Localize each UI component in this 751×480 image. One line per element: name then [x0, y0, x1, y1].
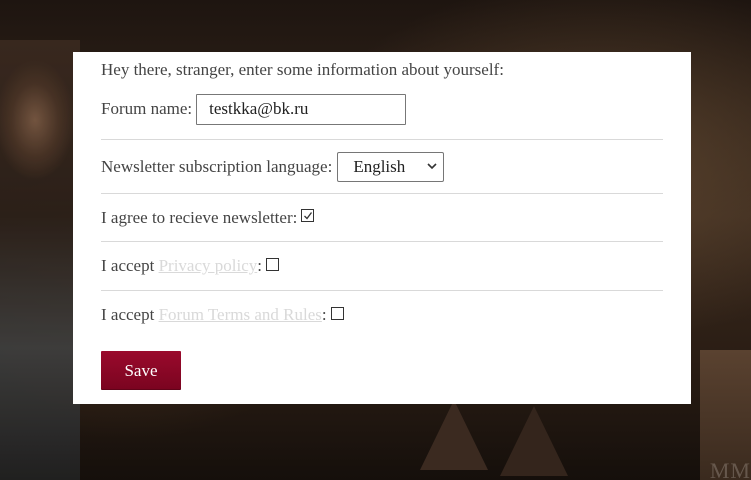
forum-name-label: Forum name: — [101, 99, 193, 118]
form-intro: Hey there, stranger, enter some informat… — [101, 60, 504, 79]
forum-name-input[interactable] — [196, 93, 407, 125]
privacy-prefix: I accept — [101, 256, 159, 275]
newsletter-checkbox[interactable] — [301, 209, 315, 222]
background-tower — [500, 406, 568, 476]
chevron-down-icon — [427, 163, 437, 170]
forum-name-row: Forum name: — [101, 87, 663, 140]
language-selected-value: English — [353, 156, 406, 176]
terms-row: I accept Forum Terms and Rules: — [101, 291, 663, 339]
privacy-row: I accept Privacy policy: — [101, 242, 663, 291]
forum-terms-link[interactable]: Forum Terms and Rules — [159, 305, 322, 324]
terms-prefix: I accept — [101, 305, 159, 324]
privacy-policy-link[interactable]: Privacy policy — [159, 256, 258, 275]
language-row: Newsletter subscription language: Englis… — [101, 140, 663, 194]
privacy-suffix: : — [257, 256, 262, 275]
background-knight-figure — [0, 40, 80, 480]
save-button[interactable]: Save — [101, 351, 181, 390]
privacy-label: I accept Privacy policy: — [101, 256, 262, 276]
terms-suffix: : — [321, 305, 327, 324]
language-label: Newsletter subscription language: — [101, 156, 333, 176]
newsletter-row: I agree to recieve newsletter: — [101, 194, 663, 242]
terms-checkbox[interactable] — [330, 306, 344, 320]
terms-label: I accept Forum Terms and Rules: — [101, 305, 327, 325]
newsletter-label: I agree to recieve newsletter: — [101, 207, 298, 227]
background-tower — [420, 400, 488, 470]
privacy-checkbox[interactable] — [265, 257, 279, 271]
checkmark-icon — [304, 212, 313, 220]
language-select[interactable]: English — [337, 151, 445, 182]
background-watermark: MM — [709, 458, 751, 480]
profile-form-panel: Hey there, stranger, enter some informat… — [73, 52, 691, 404]
